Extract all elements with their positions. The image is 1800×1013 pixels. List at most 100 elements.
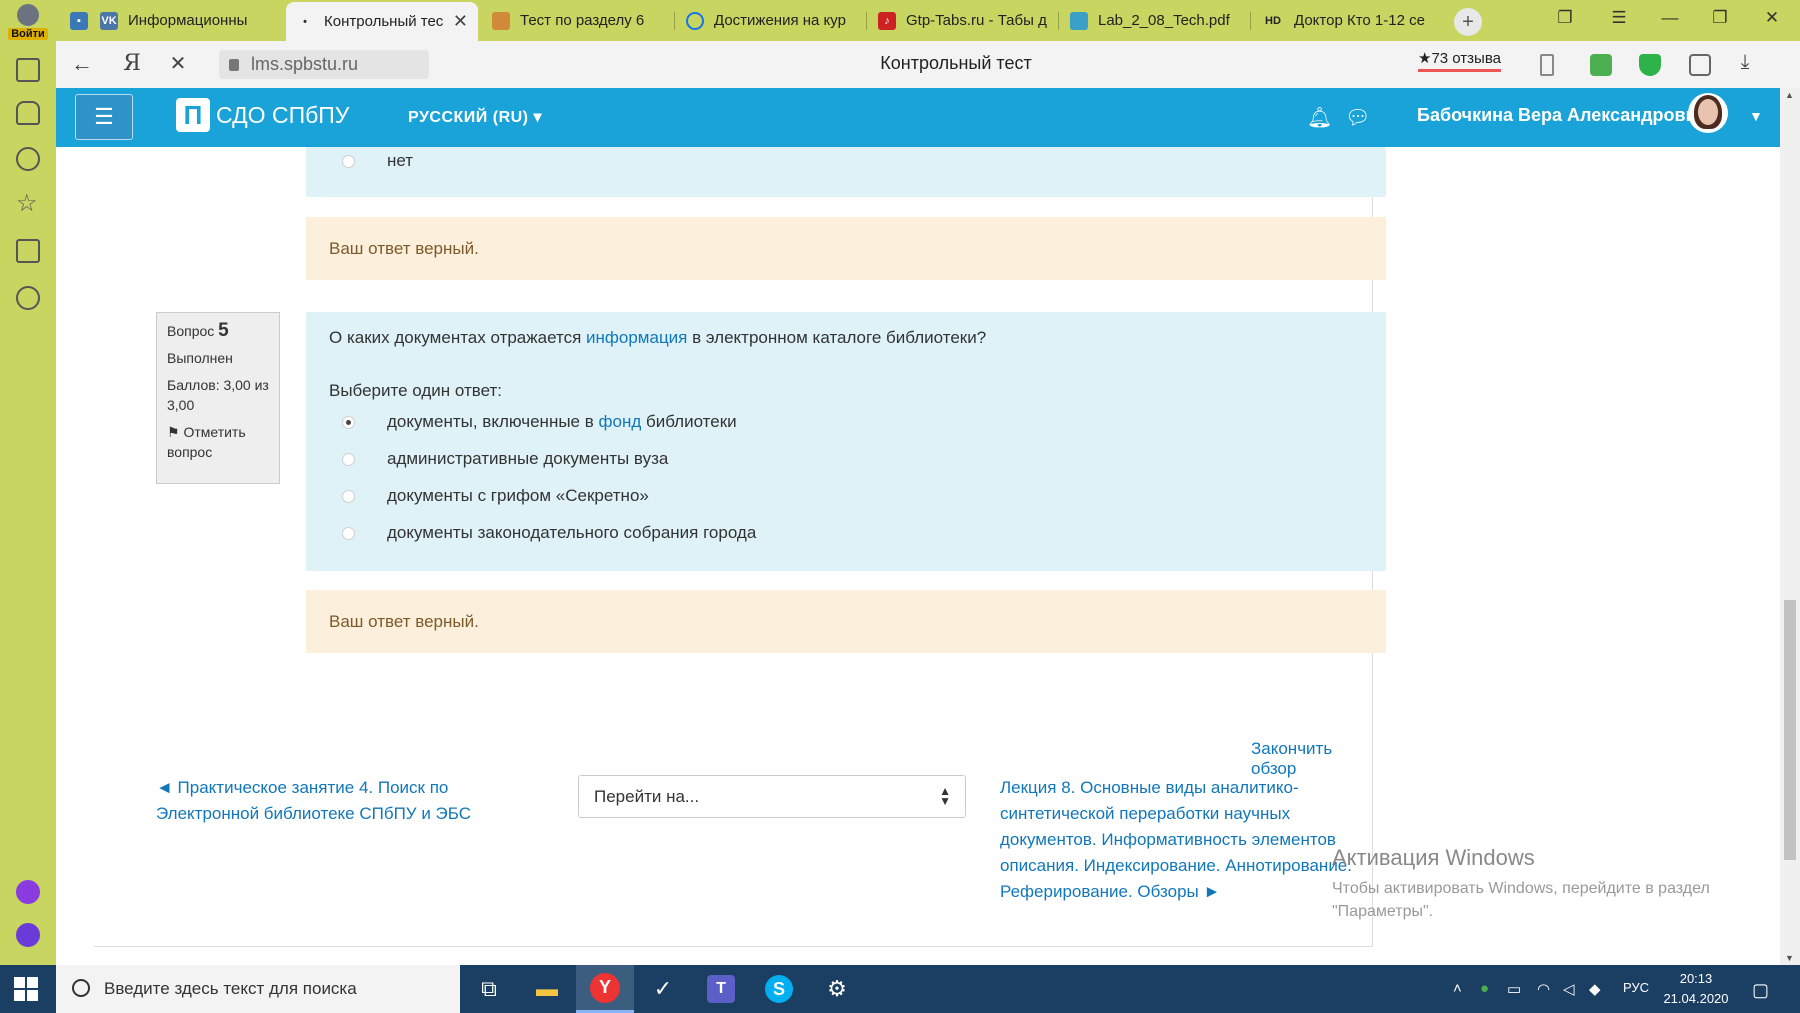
restore-icon[interactable]: ❐: [1705, 8, 1735, 28]
next-activity-link[interactable]: Лекция 8. Основные виды аналитико-синтет…: [1000, 775, 1370, 905]
main-column: нет Ваш ответ верный. Вопрос 5 Выполнен …: [94, 147, 1386, 947]
scroll-up-icon[interactable]: ▲: [1785, 90, 1794, 100]
radio-button-selected[interactable]: [342, 415, 355, 429]
star-icon[interactable]: ☆: [16, 192, 40, 217]
url-text: lms.spbstu.ru: [251, 54, 359, 74]
volume-icon[interactable]: ◁: [1563, 980, 1575, 998]
yandex-icon[interactable]: Я: [118, 51, 146, 76]
input-language[interactable]: РУС: [1623, 980, 1649, 995]
reviews-badge[interactable]: ★73 отзыва: [1418, 49, 1501, 72]
avatar[interactable]: [1688, 93, 1728, 133]
window-close-icon[interactable]: ✕: [1757, 8, 1787, 28]
dropbox-icon[interactable]: ◆: [1589, 980, 1601, 998]
bell-icon[interactable]: [16, 101, 40, 125]
scroll-down-icon[interactable]: ▼: [1785, 953, 1794, 963]
site-brand[interactable]: П СДО СПбПУ: [176, 98, 349, 132]
vk-icon: VK: [100, 11, 118, 30]
scrollbar-thumb[interactable]: [1784, 600, 1796, 860]
hd-icon: HD: [1265, 14, 1281, 27]
wifi-icon[interactable]: ◠: [1537, 980, 1550, 998]
glossary-link[interactable]: информация: [586, 328, 687, 347]
windows-start-icon[interactable]: [14, 977, 38, 1001]
answer-option[interactable]: административные документы вуза: [342, 449, 668, 469]
tasks-app-icon[interactable]: ✓: [634, 965, 692, 1013]
option-label: документы законодательного собрания горо…: [387, 523, 757, 542]
page-scrollbar[interactable]: ▲ ▼: [1780, 88, 1800, 965]
radio-button[interactable]: [342, 154, 355, 168]
messages-chat-icon[interactable]: 💬︎: [1345, 105, 1370, 130]
hamburger-menu-button[interactable]: ☰: [75, 94, 133, 140]
answer-option[interactable]: документы, включенные в фонд библиотеки: [342, 412, 737, 432]
new-tab-button[interactable]: +: [1454, 8, 1482, 36]
file-explorer-icon[interactable]: ▬: [518, 965, 576, 1013]
yandex-browser-icon[interactable]: Y: [576, 965, 634, 1013]
tab-vk[interactable]: VK Информационные: [90, 4, 248, 37]
question-score: Баллов: 3,00 из 3,00: [167, 377, 269, 413]
radio-button[interactable]: [342, 489, 355, 503]
tab-pdf[interactable]: Lab_2_08_Tech.pdf: [1060, 4, 1250, 37]
search-placeholder: Введите здесь текст для поиска: [104, 979, 357, 998]
brand-logo-icon: П: [176, 98, 210, 132]
tab-separator: [674, 12, 675, 30]
close-icon[interactable]: ✕: [445, 11, 468, 32]
alice-assistant-icon[interactable]: [16, 880, 40, 904]
battery-icon[interactable]: ▭: [1507, 980, 1521, 998]
back-arrow-icon[interactable]: ←: [68, 51, 96, 77]
tab-active-test[interactable]: • Контрольный тес ✕: [286, 2, 478, 41]
extension-icon[interactable]: [1590, 54, 1612, 76]
url-field[interactable]: lms.spbstu.ru: [219, 50, 429, 79]
language-selector[interactable]: РУССКИЙ (RU) ▾: [408, 107, 542, 127]
tab-doctor-who[interactable]: HD Доктор Кто 1-12 се: [1252, 4, 1442, 37]
shield-icon[interactable]: [1639, 54, 1661, 76]
finish-review-link[interactable]: Закончить обзор: [1251, 739, 1372, 779]
tab-label: Тест по разделу 6: [520, 12, 645, 29]
tray-chevron-up-icon[interactable]: ˄: [1453, 980, 1462, 997]
collections-icon[interactable]: [16, 239, 40, 263]
skype-icon[interactable]: S: [750, 965, 808, 1013]
user-name[interactable]: Бабочкина Вера Александровна: [1417, 105, 1707, 126]
address-bar: ← Я ✕ lms.spbstu.ru Контрольный тест ★73…: [56, 41, 1800, 88]
watermark-title: Активация Windows: [1332, 845, 1535, 870]
notifications-bell-icon[interactable]: 🔔︎: [1307, 105, 1332, 130]
minimize-icon[interactable]: —: [1655, 8, 1685, 28]
clock[interactable]: 20:13 21.04.2020: [1656, 969, 1736, 1009]
messenger-icon[interactable]: [16, 923, 40, 947]
stop-loading-icon[interactable]: ✕: [164, 51, 192, 76]
jump-to-select[interactable]: Перейти на... ▲ ▼: [578, 775, 966, 818]
notification-center-icon[interactable]: ▢: [1752, 980, 1769, 1001]
tab-separator: [1058, 12, 1059, 30]
tab-separator: [1250, 12, 1251, 30]
teams-icon[interactable]: T: [692, 965, 750, 1013]
user-menu-chevron-icon[interactable]: ▼: [1749, 108, 1763, 124]
answer-option[interactable]: нет: [342, 151, 413, 171]
settings-gear-icon[interactable]: ⚙: [808, 965, 866, 1013]
tab-achievements[interactable]: Достижения на кур: [676, 4, 866, 37]
radio-button[interactable]: [342, 452, 355, 466]
tray-green-app-icon[interactable]: ●: [1480, 980, 1489, 997]
tab-pinned-chat[interactable]: ▪: [60, 4, 90, 37]
apps-grid-icon[interactable]: [16, 58, 40, 82]
chat-icon: ▪: [70, 11, 88, 30]
history-clock-icon[interactable]: [16, 147, 40, 171]
glossary-link[interactable]: фонд: [599, 412, 642, 431]
previous-activity-link[interactable]: ◄ Практическое занятие 4. Поиск по Элект…: [156, 775, 496, 827]
task-view-icon[interactable]: ⧉: [460, 965, 518, 1013]
flag-question-link[interactable]: ⚑ Отметить вопрос: [167, 422, 269, 462]
browser-menu-icon[interactable]: ☰: [1604, 8, 1634, 28]
download-icon[interactable]: ⤓: [1731, 51, 1759, 74]
tab-test-section[interactable]: Тест по разделу 6: [482, 4, 672, 37]
profile-button[interactable]: Войти: [4, 2, 52, 42]
radio-button[interactable]: [342, 526, 355, 540]
tabs-overview-icon[interactable]: ❐: [1550, 8, 1580, 28]
select-arrows-icon: ▲ ▼: [939, 784, 951, 808]
bookmark-icon[interactable]: [1540, 54, 1554, 76]
answer-option[interactable]: документы с грифом «Секретно»: [342, 486, 649, 506]
answer-option[interactable]: документы законодательного собрания горо…: [342, 523, 756, 543]
translate-icon[interactable]: [1689, 54, 1711, 76]
feedback-text: Ваш ответ верный.: [329, 238, 479, 258]
tab-gtp-tabs[interactable]: ♪ Gtp-Tabs.ru - Табы д: [868, 4, 1058, 37]
play-icon[interactable]: [16, 286, 40, 310]
select-placeholder: Перейти на...: [594, 786, 700, 806]
taskbar-search-input[interactable]: Введите здесь текст для поиска: [56, 965, 460, 1013]
spinner-icon: [686, 11, 704, 30]
